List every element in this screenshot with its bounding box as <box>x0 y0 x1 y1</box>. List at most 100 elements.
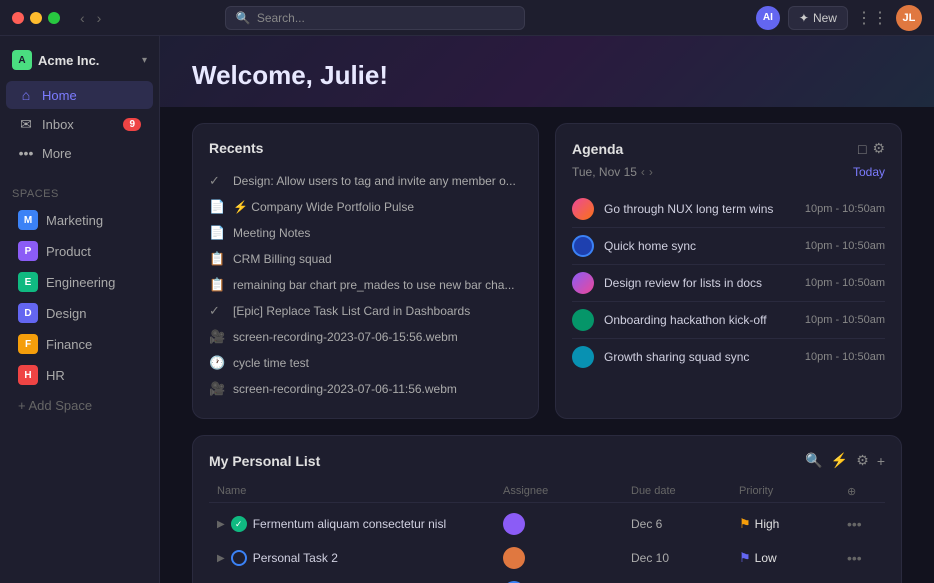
list-item[interactable]: 🎥 screen-recording-2023-07-06-11:56.webm <box>209 376 522 402</box>
settings-icon[interactable]: ⚙ <box>872 140 885 157</box>
nav-arrows: ‹ › <box>76 8 105 28</box>
event-color-dot <box>572 309 594 331</box>
recents-title: Recents <box>209 140 522 156</box>
col-name: Name <box>217 485 495 498</box>
event-color-dot <box>572 235 594 257</box>
sidebar-item-more-label: More <box>42 146 72 161</box>
design-label: Design <box>46 306 86 321</box>
video-icon: 🎥 <box>209 381 225 397</box>
avatar <box>503 547 525 569</box>
table-row[interactable]: ▶ Personal Task 3 Dec 11 ⚑ Medium ••• <box>209 575 885 583</box>
sidebar: A Acme Inc. ▾ ⌂ Home ✉ Inbox 9 ••• More … <box>0 36 160 583</box>
agenda-date-text: Tue, Nov 15 <box>572 165 637 179</box>
prev-date-button[interactable]: ‹ <box>641 165 645 179</box>
product-icon: P <box>18 241 38 261</box>
list-item[interactable]: Onboarding hackathon kick-off 10pm - 10:… <box>572 302 885 339</box>
doc-icon: 📄 <box>209 225 225 241</box>
forward-button[interactable]: › <box>93 8 106 28</box>
status-progress-icon <box>231 550 247 566</box>
priority-label: Low <box>755 551 777 565</box>
event-title: Design review for lists in docs <box>604 276 795 290</box>
sidebar-item-home[interactable]: ⌂ Home <box>6 81 153 109</box>
personal-list-card: My Personal List 🔍 ⚡ ⚙ + Name Assignee D… <box>192 435 902 583</box>
sidebar-item-more[interactable]: ••• More <box>6 139 153 167</box>
task-icon: ✓ <box>209 303 225 319</box>
search-bar[interactable]: 🔍 Search... <box>225 6 525 30</box>
sidebar-item-inbox[interactable]: ✉ Inbox 9 <box>6 110 153 138</box>
event-time: 10pm - 10:50am <box>805 314 885 326</box>
expand-icon: ▶ <box>217 519 225 530</box>
list-item[interactable]: ✓ Design: Allow users to tag and invite … <box>209 168 522 194</box>
new-button[interactable]: ✦ New <box>788 6 848 30</box>
today-button[interactable]: Today <box>853 165 885 179</box>
minimize-button[interactable] <box>30 12 42 24</box>
list-item[interactable]: 📄 ⚡ Company Wide Portfolio Pulse <box>209 194 522 220</box>
sidebar-item-design[interactable]: D Design <box>6 298 153 328</box>
event-title: Onboarding hackathon kick-off <box>604 313 795 327</box>
list-item[interactable]: 🎥 screen-recording-2023-07-06-15:56.webm <box>209 324 522 350</box>
next-date-button[interactable]: › <box>649 165 653 179</box>
settings-tool-icon[interactable]: ⚙ <box>856 452 869 469</box>
agenda-date: Tue, Nov 15 ‹ › <box>572 165 653 179</box>
sidebar-item-product[interactable]: P Product <box>6 236 153 266</box>
more-options-button[interactable]: ••• <box>847 550 877 566</box>
personal-list-header: My Personal List 🔍 ⚡ ⚙ + <box>209 452 885 469</box>
main-layout: A Acme Inc. ▾ ⌂ Home ✉ Inbox 9 ••• More … <box>0 36 934 583</box>
filter-tool-icon[interactable]: ⚡ <box>831 452 848 469</box>
workspace[interactable]: A Acme Inc. ▾ <box>0 44 159 76</box>
more-options-button[interactable]: ••• <box>847 516 877 532</box>
recent-text: [Epic] Replace Task List Card in Dashboa… <box>233 304 470 318</box>
recent-text: ⚡ Company Wide Portfolio Pulse <box>233 200 414 214</box>
workspace-chevron-icon: ▾ <box>142 55 147 66</box>
recents-list: ✓ Design: Allow users to tag and invite … <box>209 168 522 402</box>
list-item[interactable]: 📄 Meeting Notes <box>209 220 522 246</box>
table-row[interactable]: ▶ Fermentum aliquam consectetur nisl Dec… <box>209 507 885 541</box>
back-button[interactable]: ‹ <box>76 8 89 28</box>
due-date: Dec 10 <box>631 551 731 565</box>
list-item[interactable]: 🕐 cycle time test <box>209 350 522 376</box>
user-avatar[interactable]: JL <box>896 5 922 31</box>
sidebar-item-marketing[interactable]: M Marketing <box>6 205 153 235</box>
workspace-name: Acme Inc. <box>38 53 99 68</box>
grid-icon[interactable]: ⋮⋮ <box>856 8 888 28</box>
hr-label: HR <box>46 368 65 383</box>
status-done-icon <box>231 516 247 532</box>
priority-cell: ⚑ High <box>739 516 839 532</box>
list-item[interactable]: 📋 remaining bar chart pre_mades to use n… <box>209 272 522 298</box>
col-priority: Priority <box>739 485 839 498</box>
avatar <box>503 513 525 535</box>
hr-icon: H <box>18 365 38 385</box>
table-row[interactable]: ▶ Personal Task 2 Dec 10 ⚑ Low ••• <box>209 541 885 575</box>
list-item[interactable]: Design review for lists in docs 10pm - 1… <box>572 265 885 302</box>
add-space-button[interactable]: + Add Space <box>6 392 153 419</box>
list-item[interactable]: 📋 CRM Billing squad <box>209 246 522 272</box>
new-label: New <box>813 11 837 25</box>
sidebar-item-hr[interactable]: H HR <box>6 360 153 390</box>
recent-text: Meeting Notes <box>233 226 310 240</box>
list-item[interactable]: Growth sharing squad sync 10pm - 10:50am <box>572 339 885 375</box>
sidebar-item-finance[interactable]: F Finance <box>6 329 153 359</box>
list-item[interactable]: Quick home sync 10pm - 10:50am <box>572 228 885 265</box>
recents-card: Recents ✓ Design: Allow users to tag and… <box>192 123 539 419</box>
recent-text: screen-recording-2023-07-06-15:56.webm <box>233 330 458 344</box>
calendar-icon[interactable]: □ <box>858 141 866 157</box>
task-name-cell: ▶ Fermentum aliquam consectetur nisl <box>217 516 495 532</box>
video-icon: 🎥 <box>209 329 225 345</box>
col-add[interactable]: ⊕ <box>847 485 877 498</box>
engineering-icon: E <box>18 272 38 292</box>
list-item[interactable]: Go through NUX long term wins 10pm - 10:… <box>572 191 885 228</box>
sidebar-item-engineering[interactable]: E Engineering <box>6 267 153 297</box>
welcome-header: Welcome, Julie! <box>160 36 934 107</box>
search-icon: 🔍 <box>236 11 251 25</box>
product-label: Product <box>46 244 91 259</box>
list-item[interactable]: ✓ [Epic] Replace Task List Card in Dashb… <box>209 298 522 324</box>
add-tool-icon[interactable]: + <box>877 453 885 469</box>
ai-badge[interactable]: AI <box>756 6 780 30</box>
search-tool-icon[interactable]: 🔍 <box>805 452 822 469</box>
maximize-button[interactable] <box>48 12 60 24</box>
titlebar-right: AI ✦ New ⋮⋮ JL <box>756 5 922 31</box>
spaces-title: Spaces <box>0 184 159 204</box>
list-icon: 📋 <box>209 277 225 293</box>
close-button[interactable] <box>12 12 24 24</box>
assignee-cell <box>503 513 623 535</box>
